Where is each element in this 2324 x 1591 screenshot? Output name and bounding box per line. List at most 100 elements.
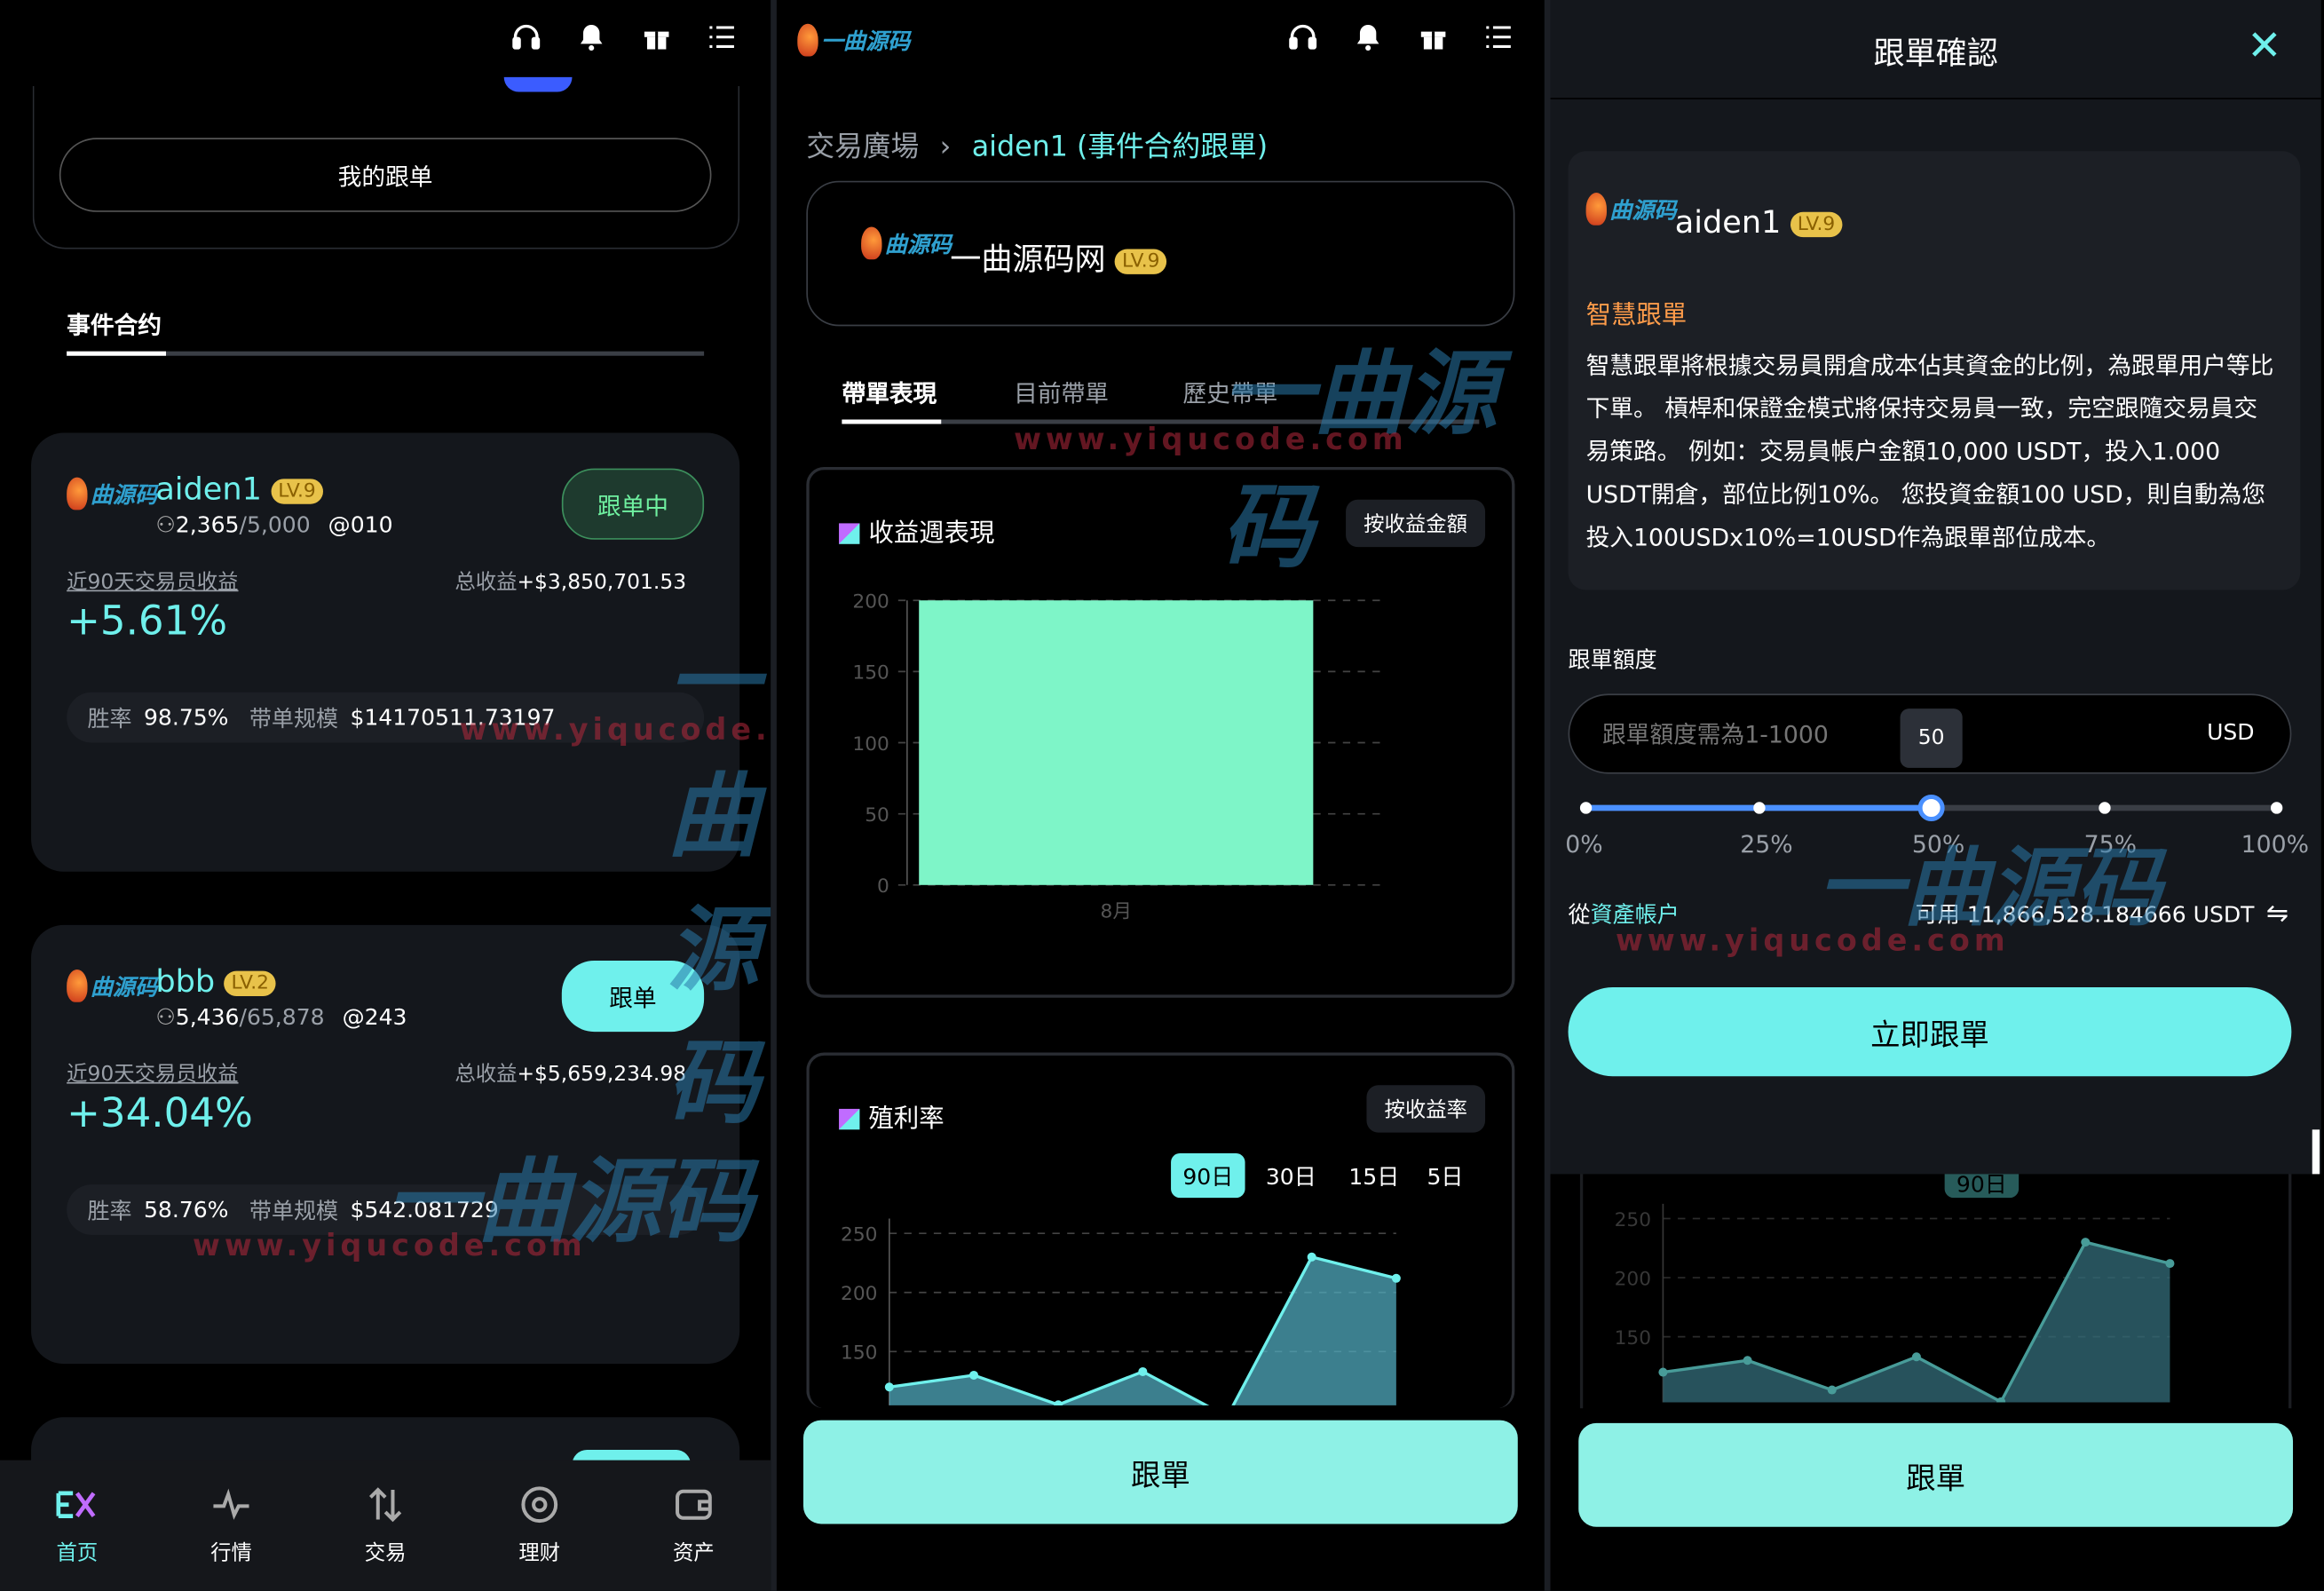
slider-thumb[interactable] [1917,794,1945,822]
trader-header-card: 曲源码 一曲源码网 LV.9 [806,180,1515,327]
slider-dot[interactable] [1579,802,1593,814]
wallet-icon [676,1489,712,1520]
win-label: 胜率 [87,1197,132,1224]
scale-label: 带单规模 [249,704,339,732]
my-copy-button[interactable]: 我的跟单 [59,138,712,212]
app-logo: 一曲源码 [797,23,910,57]
y-tick-label: 100 [852,733,889,756]
gift-icon[interactable] [640,20,673,53]
headset-icon[interactable] [1286,20,1319,53]
chevron-right-icon: › [939,130,952,163]
transfer-icon[interactable]: ⇋ [2266,898,2288,930]
slider-track[interactable] [1579,794,2283,822]
slider-dot[interactable] [2098,802,2110,814]
from-label: 從 [1568,901,1591,929]
stats-row: 胜率 58.76% 带单规模 $542.081729 [67,1184,705,1235]
scale-value: $542.081729 [350,1196,499,1223]
bar-chart: 0 50 100 150 200 8月 [852,591,1385,923]
divider [1544,0,1551,1591]
sheet-title: 跟單確認 [1873,36,1998,72]
range-30d[interactable]: 30日 [1254,1153,1328,1198]
asset-account-link[interactable]: 資產帳户 [1591,901,1680,928]
period-label: 近90天交易员收益 [67,1063,239,1087]
stats-row: 胜率 98.75% 带单规模 $14170511.73197 [67,692,705,743]
total-label: 总收益 [455,1063,518,1087]
level-badge: LV.9 [270,478,324,503]
follow-button[interactable]: 跟单 [561,960,705,1033]
trader-name: bbb [155,963,216,1000]
menu-icon[interactable] [706,20,739,53]
yield-card: 殖利率 按收益率 90日 30日 15日 5日 250 200 150 [806,1052,1515,1409]
nav-home[interactable]: 首页 [56,1484,98,1567]
trader-logo: 曲源码 [1585,193,1676,226]
range-90d[interactable]: 90日 [1171,1153,1245,1199]
available-balance: 可用 11,866,528.184666 USDT [1915,901,2255,929]
level-badge: LV.9 [1790,210,1843,237]
slider-dot[interactable] [2270,802,2283,814]
menu-icon[interactable] [1482,20,1515,53]
y-tick-label: 200 [841,1283,877,1305]
nav-finance[interactable]: 理财 [518,1484,560,1567]
pulse-icon [213,1488,249,1520]
trader-card[interactable]: 曲源码 bbb LV.2 ⚇5,436/65,878 @243 跟单 近90天交易员… [31,924,740,1365]
divider [771,0,777,1591]
slider-tooltip: 50 [1900,708,1963,768]
data-point [968,1370,979,1380]
close-icon[interactable]: ✕ [2247,20,2281,69]
legend-icon [839,1108,860,1130]
home-icon [56,1491,96,1518]
following-button[interactable]: 跟单中 [561,468,705,540]
follow-button[interactable]: 跟單 [1578,1422,2294,1527]
gift-icon[interactable] [1417,20,1450,53]
win-value: 98.75% [143,704,229,732]
y-tick-label: 200 [852,591,889,613]
watermark-url: www.yiqucode.com [1014,421,1408,457]
chart-title: 收益週表現 [868,518,995,549]
avatar [503,76,573,92]
smart-title: 智慧跟單 [1585,300,1688,331]
y-tick-label: 150 [852,662,889,685]
data-point [884,1382,894,1392]
users-icon: ⚇ [155,511,176,539]
tab-current[interactable]: 目前帶單 [1014,374,1109,409]
breadcrumb-root[interactable]: 交易廣場 [806,131,919,163]
bell-icon[interactable] [575,20,608,53]
legend-icon [839,523,860,544]
smart-info-card: 曲源码 aiden1 LV.9 智慧跟單 智慧跟單將根據交易員開倉成本佔其資金的比… [1568,151,2301,590]
tab-active-indicator [842,419,942,424]
range-5d[interactable]: 5日 [1411,1153,1480,1198]
tab-event-contract[interactable]: 事件合约 [67,305,162,341]
submit-follow-button[interactable]: 立即跟單 [1568,987,2292,1077]
range-15d[interactable]: 15日 [1337,1153,1411,1198]
nav-assets[interactable]: 资产 [673,1484,715,1567]
tab-history[interactable]: 歷史帶單 [1182,374,1277,409]
follower-max: /5,000 [239,511,311,539]
x-tick-label: 8月 [1101,901,1133,923]
headset-icon[interactable] [510,20,542,53]
pct-value: +5.61% [67,598,228,645]
follow-button[interactable]: 跟單 [802,1420,1518,1524]
tab-performance[interactable]: 帶單表現 [842,374,937,409]
top-icons [1286,20,1514,53]
scrollbar[interactable] [2312,1129,2320,1175]
win-value: 58.76% [143,1196,229,1223]
nav-market[interactable]: 行情 [210,1484,252,1567]
sort-rate-button[interactable]: 按收益率 [1366,1085,1486,1133]
nav-trade[interactable]: 交易 [365,1484,406,1567]
slider-dot[interactable] [1752,802,1765,814]
trader-card[interactable]: 曲源码 aiden1 LV.9 ⚇2,365/5,000 @010 跟单中 近90天… [31,432,740,872]
y-tick-label: 0 [877,875,889,898]
period-label: 近90天交易员收益 [67,570,239,595]
amount-input[interactable] [1601,713,2137,755]
swap-icon [369,1487,402,1523]
area-chart: 250 200 150 [841,1218,1401,1405]
breadcrumb-current: aiden1 (事件合約跟單) [971,130,1269,163]
bell-icon[interactable] [1352,20,1385,53]
bar [919,600,1314,885]
sort-amount-button[interactable]: 按收益金額 [1346,499,1486,548]
users-icon: ⚇ [155,1003,176,1031]
at-icon [521,1486,558,1524]
tab-active-indicator [67,351,167,356]
home-panel: 我的跟单 事件合约 曲源码 aiden1 LV.9 ⚇2,365/5,000 @01… [0,0,771,1591]
data-point [1307,1252,1316,1262]
